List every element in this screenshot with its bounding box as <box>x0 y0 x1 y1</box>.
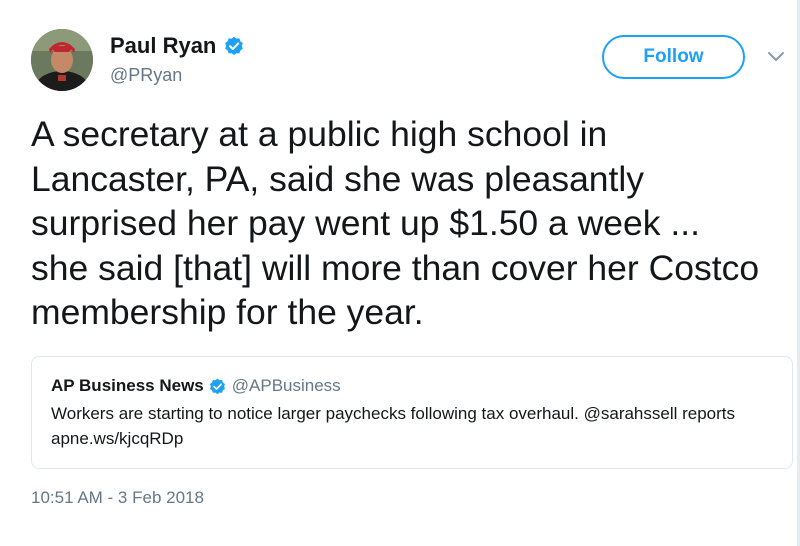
avatar-photo <box>31 29 93 91</box>
verified-badge-icon <box>225 36 244 55</box>
quoted-tweet-text: Workers are starting to notice larger pa… <box>51 404 736 448</box>
avatar[interactable] <box>31 29 93 91</box>
author-display-name[interactable]: Paul Ryan <box>110 33 216 59</box>
follow-button[interactable]: Follow <box>602 35 745 79</box>
tweet-timestamp[interactable]: 10:51 AM - 3 Feb 2018 <box>31 488 204 508</box>
verified-badge-icon <box>209 378 225 394</box>
quoted-tweet[interactable]: AP Business News @APBusiness Workers are… <box>31 356 793 469</box>
author-handle[interactable]: @PRyan <box>110 65 182 86</box>
quoted-handle: @APBusiness <box>231 376 341 395</box>
author-name-row: Paul Ryan <box>110 33 244 59</box>
quoted-tweet-header: AP Business News @APBusiness <box>51 376 341 396</box>
tweet-text: A secretary at a public high school in L… <box>31 114 760 332</box>
chevron-down-icon[interactable] <box>766 50 786 64</box>
quoted-display-name: AP Business News <box>51 376 204 395</box>
